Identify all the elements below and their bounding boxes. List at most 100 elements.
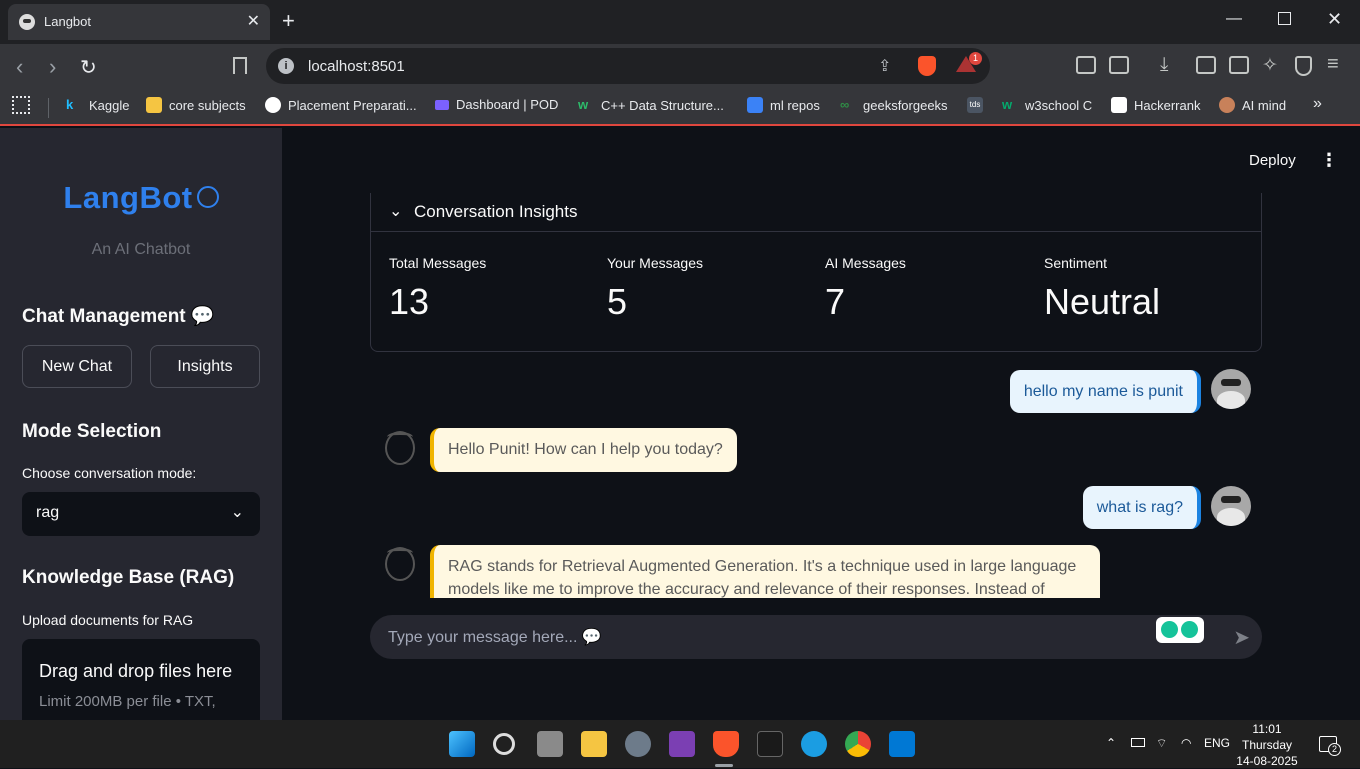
metric-sentiment: Sentiment Neutral: [1044, 255, 1160, 323]
terminal-icon[interactable]: [757, 731, 783, 757]
grammarly-icon[interactable]: [1156, 617, 1204, 643]
settings-icon[interactable]: [625, 731, 651, 757]
restore-icon[interactable]: [1278, 12, 1291, 25]
mode-select-value: rag: [36, 504, 60, 521]
hackerrank-icon: [1111, 97, 1127, 113]
language-indicator[interactable]: ENG: [1204, 736, 1230, 750]
langbot-favicon-icon: [19, 14, 35, 30]
file-dropzone[interactable]: Drag and drop files here Limit 200MB per…: [22, 639, 260, 729]
bookmark-kaggle[interactable]: k Kaggle: [66, 97, 129, 113]
wallet-icon[interactable]: [1229, 56, 1249, 74]
bookmark-separator: [48, 98, 49, 118]
battery-icon[interactable]: [1131, 738, 1145, 747]
ai-mind-icon: [1219, 97, 1235, 113]
bookmark-ai-mind[interactable]: AI mind: [1219, 97, 1286, 113]
network-icon[interactable]: ⌔: [1156, 736, 1167, 751]
metric-value: 13: [389, 281, 430, 322]
insights-expander: ⌄ Conversation Insights Total Messages 1…: [370, 193, 1262, 352]
site-info-icon[interactable]: i: [278, 58, 294, 74]
back-icon[interactable]: ‹: [16, 54, 23, 80]
search-icon[interactable]: [493, 733, 515, 755]
reading-list-icon[interactable]: [1109, 56, 1129, 74]
repo-icon: [747, 97, 763, 113]
insights-expander-header[interactable]: ⌄ Conversation Insights: [371, 193, 1261, 232]
extensions-icon[interactable]: [1076, 56, 1096, 74]
chevron-down-icon: ⌄: [230, 504, 244, 521]
chat-history: hello my name is punit Hello Punit! How …: [370, 352, 1262, 598]
bookmark-w3school[interactable]: w w3school C: [1002, 97, 1092, 113]
metric-label: AI Messages: [825, 255, 906, 271]
clock-date: 14-08-2025: [1236, 754, 1298, 768]
brave-taskbar-icon[interactable]: [713, 731, 739, 757]
tray-chevron-icon[interactable]: ⌃: [1106, 736, 1116, 750]
vpn-shield-icon[interactable]: [1295, 56, 1312, 76]
bookmark-hackerrank[interactable]: Hackerrank: [1111, 97, 1200, 113]
w3-icon: w: [1002, 97, 1013, 112]
insights-button[interactable]: Insights: [150, 345, 260, 388]
start-icon[interactable]: [449, 731, 475, 757]
brave-shields-icon[interactable]: [918, 56, 936, 76]
sidebar-toggle-icon[interactable]: [1196, 56, 1216, 74]
chrome-icon[interactable]: [845, 731, 871, 757]
edge-icon[interactable]: [801, 731, 827, 757]
chat-input-placeholder: Type your message here... 💬: [388, 629, 602, 646]
more-bookmarks-icon[interactable]: »: [1313, 95, 1322, 113]
vscode-icon[interactable]: [889, 731, 915, 757]
minimize-icon[interactable]: —: [1226, 10, 1242, 28]
chat-input[interactable]: Type your message here... 💬 ➤: [370, 615, 1262, 659]
wifi-icon[interactable]: ◠: [1181, 736, 1191, 750]
active-app-indicator: [715, 764, 733, 767]
reload-icon[interactable]: ↻: [80, 55, 97, 80]
rewards-badge: 1: [969, 52, 982, 65]
window-close-icon[interactable]: ✕: [1327, 9, 1342, 30]
dropzone-limit: Limit 200MB per file • TXT,: [39, 693, 216, 710]
insights-title: Conversation Insights: [414, 202, 578, 221]
notification-center-icon[interactable]: 2: [1319, 736, 1341, 756]
mode-select[interactable]: rag ⌄: [22, 492, 260, 536]
bookmark-icon[interactable]: [233, 57, 247, 74]
new-tab-button[interactable]: +: [282, 8, 295, 34]
url-text[interactable]: localhost:8501: [308, 58, 405, 75]
app-subtitle: An AI Chatbot: [91, 241, 191, 258]
hamburger-menu-icon[interactable]: ≡: [1327, 53, 1339, 76]
bookmark-tds[interactable]: tds: [967, 97, 983, 113]
file-explorer-icon[interactable]: [581, 731, 607, 757]
folder-icon: [146, 97, 162, 113]
robot-icon: [196, 185, 219, 208]
metric-value: Neutral: [1044, 281, 1161, 322]
pod-icon: [435, 99, 449, 110]
share-icon[interactable]: ⇪: [878, 56, 891, 76]
taskbar-clock[interactable]: 11:01 Thursday 14-08-2025: [1236, 721, 1298, 769]
onenote-icon[interactable]: [669, 731, 695, 757]
p-icon: [265, 97, 281, 113]
forward-icon[interactable]: ›: [49, 54, 56, 80]
dropzone-title: Drag and drop files here: [39, 661, 233, 681]
main-menu-icon[interactable]: ⋮: [1320, 150, 1338, 171]
user-message: hello my name is punit: [1009, 370, 1201, 413]
upload-label: Upload documents for RAG: [22, 612, 194, 628]
browser-tab[interactable]: Langbot ✕: [8, 4, 270, 40]
metric-value: 7: [825, 281, 846, 322]
user-avatar: [1211, 486, 1251, 526]
task-view-icon[interactable]: [537, 731, 563, 757]
metric-label: Your Messages: [607, 255, 703, 271]
tab-close-icon[interactable]: ✕: [247, 11, 260, 31]
mode-label: Choose conversation mode:: [22, 465, 197, 481]
gfg-icon: ∞: [840, 97, 850, 112]
bookmark-geeksforgeeks[interactable]: ∞ geeksforgeeks: [840, 97, 948, 113]
send-icon[interactable]: ➤: [1233, 625, 1250, 650]
address-bar[interactable]: i localhost:8501 ⇪ 1: [266, 48, 990, 84]
bookmark-cpp-ds[interactable]: w C++ Data Structure...: [578, 97, 724, 113]
bookmark-placement[interactable]: Placement Preparati...: [265, 97, 417, 113]
clock-day: Thursday: [1241, 738, 1293, 752]
user-message: what is rag?: [1082, 486, 1201, 529]
assistant-message-line: RAG stands for Retrieval Augmented Gener…: [448, 558, 1077, 575]
bookmark-ml-repos[interactable]: ml repos: [747, 97, 820, 113]
new-chat-button[interactable]: New Chat: [22, 345, 132, 388]
leo-ai-icon[interactable]: ✧: [1262, 54, 1278, 77]
download-icon[interactable]: ⤓: [1160, 54, 1168, 76]
bookmark-core-subjects[interactable]: core subjects: [146, 97, 246, 113]
deploy-button[interactable]: Deploy: [1249, 152, 1296, 169]
apps-grid-icon[interactable]: [12, 96, 30, 114]
bookmark-dashboard-pod[interactable]: Dashboard | POD: [435, 97, 558, 112]
